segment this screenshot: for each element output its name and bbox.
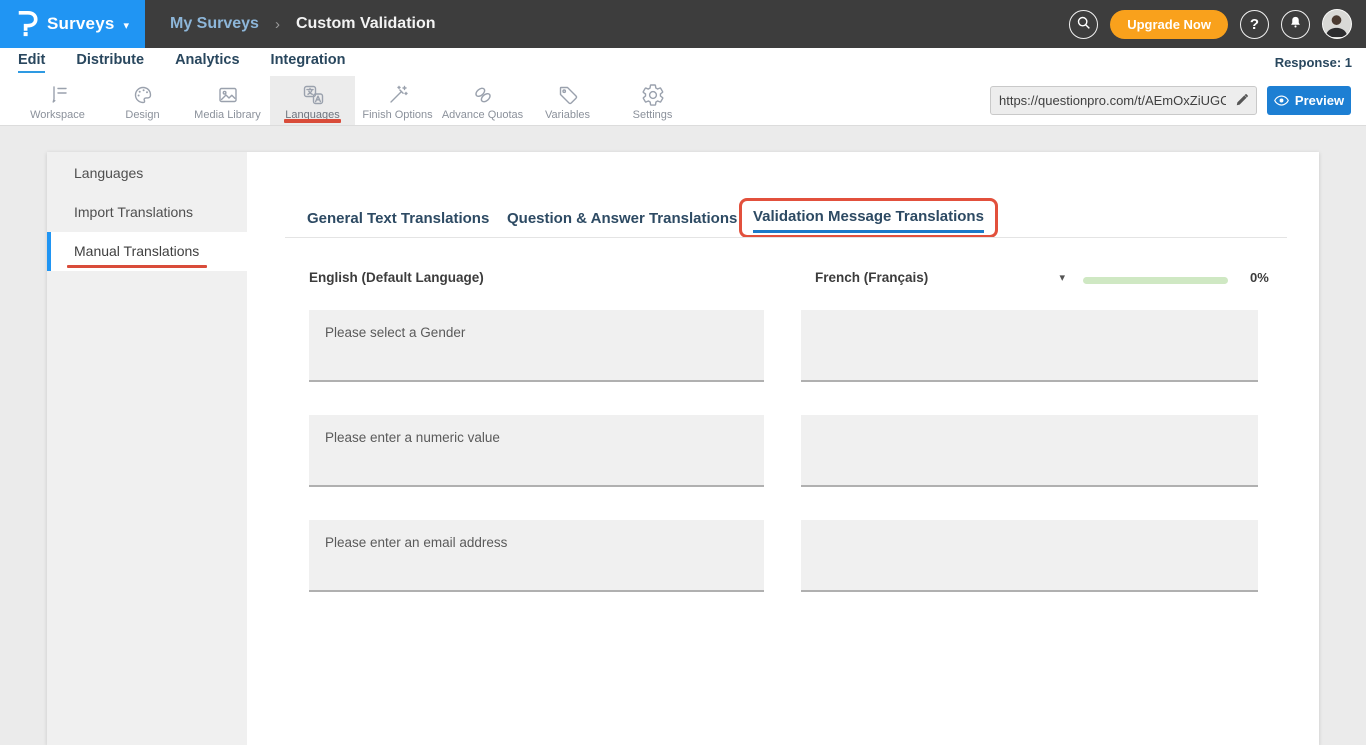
toolbar-label: Variables xyxy=(545,109,590,121)
preview-button[interactable]: Preview xyxy=(1267,86,1351,115)
pencil-icon xyxy=(1234,93,1249,108)
survey-url-field[interactable]: https://questionpro.com/t/AEmOxZiUGC xyxy=(990,86,1257,115)
toolbar-label: Design xyxy=(125,109,159,121)
questionpro-logo-icon xyxy=(16,7,38,42)
tab-integration[interactable]: Integration xyxy=(271,52,346,73)
app-title: Surveys xyxy=(47,14,115,34)
tag-icon xyxy=(556,83,580,107)
languages-icon xyxy=(301,83,325,107)
french-translation-input-3[interactable] xyxy=(801,520,1258,592)
toolbar-settings-button[interactable]: Settings xyxy=(610,76,695,125)
toolbar-finish-options-button[interactable]: Finish Options xyxy=(355,76,440,125)
breadcrumb-my-surveys[interactable]: My Surveys xyxy=(170,15,259,33)
tabs-divider xyxy=(285,237,1287,238)
annotation-box-validation-tab: Validation Message Translations xyxy=(739,198,998,238)
english-text-row-2: Please enter a numeric value xyxy=(309,415,764,487)
survey-nav: Edit Distribute Analytics Integration Re… xyxy=(0,48,1366,76)
toolbar-design-button[interactable]: Design xyxy=(100,76,185,125)
breadcrumb: My Surveys › Custom Validation xyxy=(170,15,436,33)
toolbar-languages-button[interactable]: Languages xyxy=(270,76,355,125)
notifications-button[interactable] xyxy=(1281,10,1310,39)
sidebar-item-import-translations[interactable]: Import Translations xyxy=(47,193,247,232)
translation-progress-bar xyxy=(1083,277,1228,284)
tab-validation-message-translations[interactable]: Validation Message Translations xyxy=(753,208,984,233)
bell-icon xyxy=(1288,15,1303,34)
magic-wand-icon xyxy=(386,83,410,107)
english-text-row-1: Please select a Gender xyxy=(309,310,764,382)
palette-icon xyxy=(131,83,155,107)
upgrade-now-button[interactable]: Upgrade Now xyxy=(1110,10,1228,39)
toolbar-advance-quotas-button[interactable]: Advance Quotas xyxy=(440,76,525,125)
tab-analytics[interactable]: Analytics xyxy=(175,52,239,73)
edit-toolbar: Workspace Design Media Library xyxy=(0,76,1366,126)
french-translation-input-1[interactable] xyxy=(801,310,1258,382)
source-language-header: English (Default Language) xyxy=(309,270,484,285)
french-translation-input-2[interactable] xyxy=(801,415,1258,487)
sidebar-item-manual-translations[interactable]: Manual Translations xyxy=(47,232,247,271)
image-icon xyxy=(216,83,240,107)
breadcrumb-current-survey: Custom Validation xyxy=(296,15,436,33)
chain-links-icon xyxy=(471,83,495,107)
target-language-label: French (Français) xyxy=(815,270,928,285)
gear-icon xyxy=(641,83,665,107)
app-header: Surveys ▾ My Surveys › Custom Validation… xyxy=(0,0,1366,48)
tab-distribute[interactable]: Distribute xyxy=(76,52,144,73)
eye-icon xyxy=(1274,95,1289,106)
search-button[interactable] xyxy=(1069,10,1098,39)
sidebar-item-label: Manual Translations xyxy=(74,243,199,259)
question-mark-icon: ? xyxy=(1250,16,1259,33)
search-icon xyxy=(1076,15,1091,34)
edit-url-button[interactable] xyxy=(1226,87,1256,114)
tab-edit[interactable]: Edit xyxy=(18,52,45,73)
languages-panel: Languages Import Translations Manual Tra… xyxy=(47,152,1319,745)
toolbar-label: Finish Options xyxy=(362,109,432,121)
user-avatar[interactable] xyxy=(1322,9,1352,39)
sidebar-item-languages[interactable]: Languages xyxy=(47,154,247,193)
target-language-dropdown[interactable]: French (Français) ▾ xyxy=(815,270,1065,285)
annotation-underline-languages xyxy=(284,119,341,123)
toolbar-label: Advance Quotas xyxy=(442,109,523,121)
workspace-icon xyxy=(46,83,70,107)
translation-progress-percent: 0% xyxy=(1250,270,1269,285)
chevron-down-icon: ▾ xyxy=(1059,271,1065,284)
survey-url-value: https://questionpro.com/t/AEmOxZiUGC xyxy=(991,93,1226,108)
breadcrumb-separator: › xyxy=(275,16,280,33)
tab-general-text-translations[interactable]: General Text Translations xyxy=(307,210,489,227)
toolbar-media-library-button[interactable]: Media Library xyxy=(185,76,270,125)
response-count[interactable]: Response: 1 xyxy=(1275,55,1352,70)
preview-label: Preview xyxy=(1295,93,1344,108)
toolbar-label: Settings xyxy=(633,109,673,121)
toolbar-label: Workspace xyxy=(30,109,85,121)
tab-question-answer-translations[interactable]: Question & Answer Translations xyxy=(507,210,737,227)
toolbar-label: Media Library xyxy=(194,109,261,121)
toolbar-variables-button[interactable]: Variables xyxy=(525,76,610,125)
english-text-row-3: Please enter an email address xyxy=(309,520,764,592)
chevron-down-icon: ▾ xyxy=(124,19,130,32)
annotation-underline-manual-translations xyxy=(67,265,207,269)
header-actions: Upgrade Now ? xyxy=(1069,0,1352,48)
surveys-menu-button[interactable]: Surveys ▾ xyxy=(0,0,145,48)
toolbar-workspace-button[interactable]: Workspace xyxy=(15,76,100,125)
translations-sidebar: Languages Import Translations Manual Tra… xyxy=(47,152,247,745)
manual-translations-content: General Text Translations Question & Ans… xyxy=(247,152,1319,745)
help-button[interactable]: ? xyxy=(1240,10,1269,39)
